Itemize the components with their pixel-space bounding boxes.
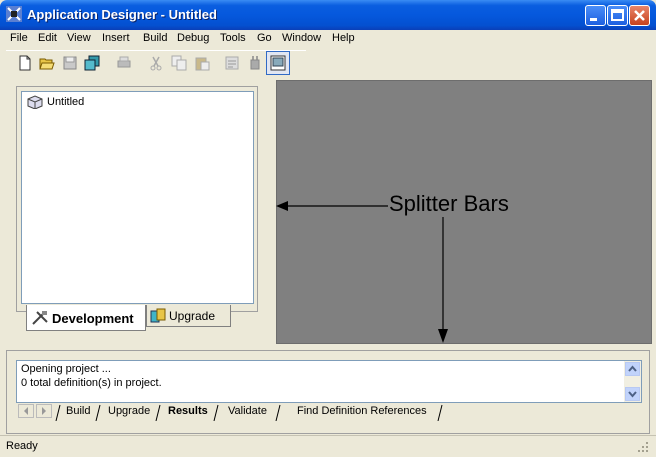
menu-help[interactable]: Help	[332, 32, 355, 44]
menu-debug[interactable]: Debug	[177, 32, 209, 44]
close-icon	[634, 10, 645, 21]
menu-view[interactable]: View	[67, 32, 91, 44]
tab-results[interactable]: Results	[168, 405, 208, 417]
tab-development[interactable]: Development	[26, 305, 146, 331]
properties-icon[interactable]	[224, 55, 240, 71]
open-icon[interactable]	[39, 55, 55, 71]
tab-upgrade[interactable]: Upgrade	[146, 305, 231, 327]
project-icon	[27, 95, 43, 109]
maximize-button[interactable]	[607, 5, 628, 26]
chevron-left-icon	[24, 407, 28, 415]
tab-validate[interactable]: Validate	[228, 405, 267, 417]
new-icon[interactable]	[17, 55, 33, 71]
upgrade-icon	[150, 308, 166, 323]
project-toggle-button[interactable]	[266, 51, 290, 75]
splitter-bars-annotation: Splitter Bars	[389, 191, 509, 216]
resize-grip-icon[interactable]	[636, 440, 650, 454]
menu-insert[interactable]: Insert	[102, 32, 130, 44]
menu-go[interactable]: Go	[257, 32, 272, 44]
output-line: Opening project ...	[21, 363, 111, 375]
tools-icon	[32, 311, 48, 325]
tab-upgrade-label: Upgrade	[169, 309, 216, 323]
menu-build[interactable]: Build	[143, 32, 167, 44]
tab-find-definition-references[interactable]: Find Definition References	[297, 405, 427, 417]
menu-window[interactable]: Window	[282, 32, 321, 44]
output-scrollbar[interactable]	[624, 361, 641, 402]
status-bar	[0, 435, 656, 457]
menu-tools[interactable]: Tools	[220, 32, 246, 44]
project-icon	[270, 55, 286, 71]
tab-scroll-left-button[interactable]	[18, 404, 34, 418]
menu-edit[interactable]: Edit	[38, 32, 57, 44]
maximize-icon	[611, 9, 624, 21]
annotation-arrow-down	[438, 217, 448, 343]
annotation-arrows	[276, 201, 388, 211]
save-icon[interactable]	[62, 55, 78, 71]
status-text: Ready	[6, 440, 38, 452]
minimize-button[interactable]	[585, 5, 606, 26]
tab-upgrade-output[interactable]: Upgrade	[108, 405, 150, 417]
chevron-right-icon	[42, 407, 46, 415]
menu-bar	[0, 30, 656, 48]
cut-icon[interactable]	[148, 55, 164, 71]
tree-item-untitled[interactable]: Untitled	[47, 96, 84, 108]
plug-icon[interactable]	[247, 55, 263, 71]
window-title: Application Designer - Untitled	[27, 7, 217, 22]
project-tree[interactable]	[21, 91, 254, 304]
chevron-up-icon	[628, 365, 637, 372]
minimize-icon	[590, 18, 597, 21]
tab-build[interactable]: Build	[66, 405, 90, 417]
close-button[interactable]	[629, 5, 650, 26]
paste-icon[interactable]	[194, 55, 210, 71]
copy-icon[interactable]	[171, 55, 187, 71]
app-icon	[6, 6, 22, 22]
menu-file[interactable]: File	[10, 32, 28, 44]
print-icon[interactable]	[116, 55, 132, 71]
tab-development-label: Development	[52, 311, 134, 326]
save-all-icon[interactable]	[84, 55, 100, 71]
output-line: 0 total definition(s) in project.	[21, 377, 162, 389]
tab-scroll-right-button[interactable]	[36, 404, 52, 418]
scroll-down-button[interactable]	[625, 387, 640, 401]
scroll-up-button[interactable]	[625, 362, 640, 376]
chevron-down-icon	[628, 391, 637, 398]
